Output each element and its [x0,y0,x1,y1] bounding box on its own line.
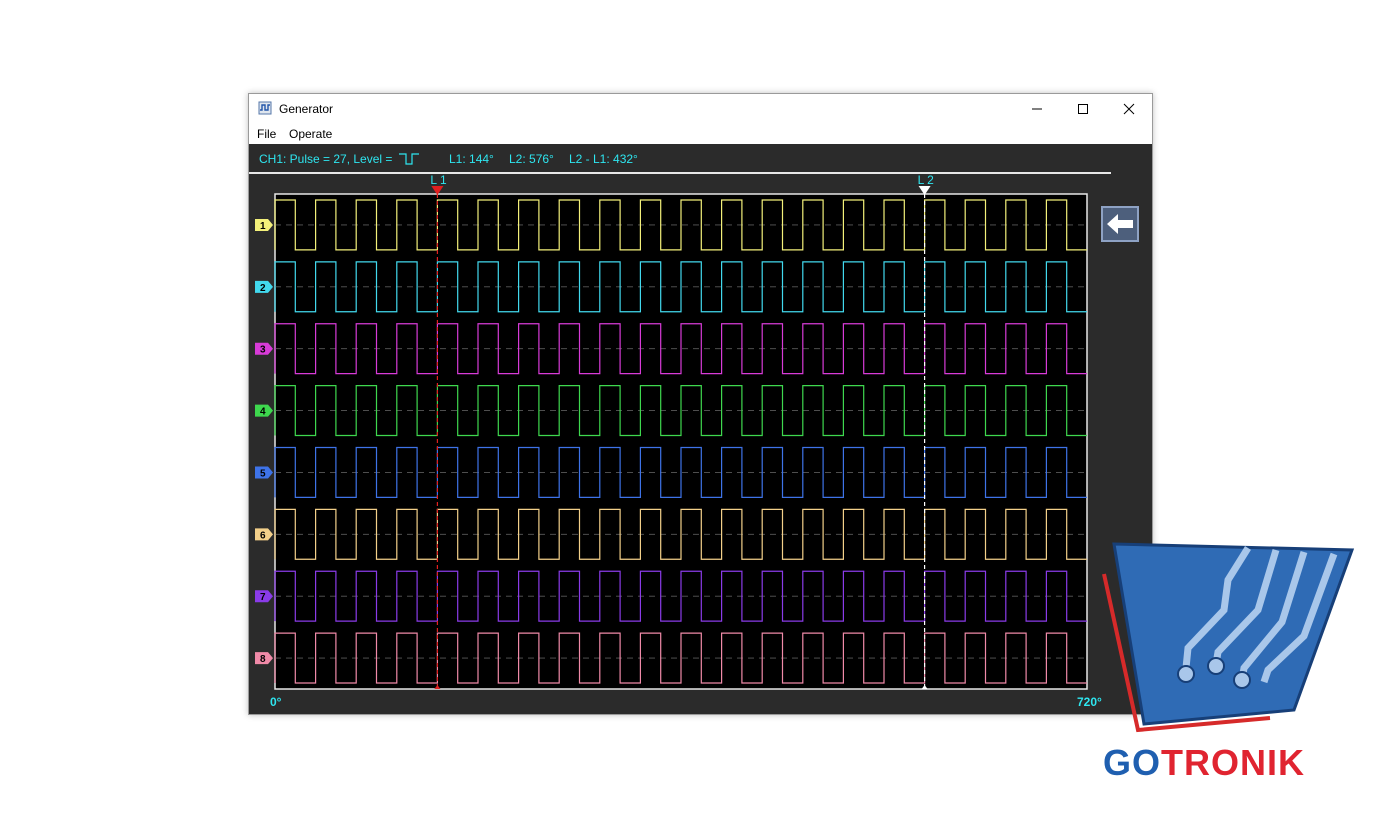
level-falling-edge-icon [399,153,419,165]
gotronik-logo-text: GOTRONIK [1103,742,1305,784]
channel-1-label: 1 [260,221,266,232]
waveform-display[interactable]: 12345678L 1L 20° 720° [249,174,1152,714]
channel-8-waveform [274,632,1087,684]
minimize-icon [1032,108,1042,110]
menu-bar: File Operate [249,124,1152,144]
cursor-l1-label: L 1 [430,174,447,187]
channel-7-waveform [274,570,1087,622]
channel-5-label: 5 [260,468,266,479]
minimize-button[interactable] [1014,94,1060,124]
menu-file[interactable]: File [257,127,276,141]
channel-4-label: 4 [260,407,266,418]
channel-7-label: 7 [260,592,266,603]
l1-status: L1: 144° [449,152,494,166]
diff-status: L2 - L1: 432° [569,152,638,166]
channel-3-waveform [274,323,1087,375]
title-bar: Generator [249,94,1152,124]
menu-operate[interactable]: Operate [289,127,332,141]
channel-6-waveform [274,508,1087,560]
generator-app-icon [258,101,272,115]
channel-4-waveform [274,385,1087,437]
maximize-icon [1078,104,1088,114]
close-button[interactable] [1106,94,1152,124]
back-button[interactable] [1101,206,1139,242]
maximize-button[interactable] [1060,94,1106,124]
channel-5-waveform [274,446,1087,498]
channel-1-waveform [274,199,1087,251]
close-icon [1123,103,1135,115]
status-bar: CH1: Pulse = 27, Level = L1: 144° L2: 57… [249,144,1152,174]
channel-2-waveform [274,261,1087,313]
channel-3-label: 3 [260,345,266,356]
channel-6-label: 6 [260,530,266,541]
cursor-l2-label: L 2 [918,174,935,187]
channel-2-label: 2 [260,283,266,294]
window-title: Generator [279,102,334,116]
logo-text-tronik: TRONIK [1161,742,1306,783]
channel-8-label: 8 [260,654,266,665]
back-arrow-icon [1107,214,1133,234]
generator-window: Generator File Operate CH1: Pulse = 27, … [248,93,1153,715]
logo-text-go: GO [1103,742,1162,783]
axis-start-label: 0° [270,695,282,709]
ch1-status: CH1: Pulse = 27, Level = [259,152,393,166]
l2-status: L2: 576° [509,152,554,166]
